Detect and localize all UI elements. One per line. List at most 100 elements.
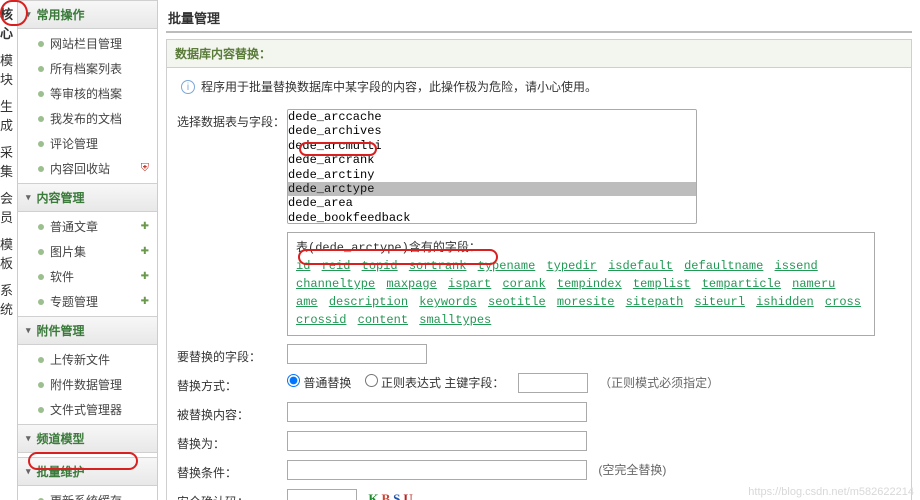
field-link[interactable]: description (329, 295, 408, 309)
field-link[interactable]: cross (825, 295, 861, 309)
label-select-table: 选择数据表与字段： (177, 109, 287, 130)
field-link[interactable]: ame (296, 295, 318, 309)
shield-icon: ⛨ (141, 162, 149, 175)
watermark-text: https://blog.csdn.net/m582622214 (748, 486, 914, 498)
field-link[interactable]: nameru (792, 277, 835, 291)
field-link[interactable]: smalltypes (419, 313, 491, 327)
sidebar-item[interactable]: 我发布的文档 (18, 106, 157, 131)
replace-from-input[interactable] (287, 402, 587, 422)
cond-hint: (空完全替换) (598, 463, 666, 477)
bullet-icon (38, 407, 44, 413)
sidebar-item[interactable]: 评论管理 (18, 131, 157, 156)
rail-item-system[interactable]: 系统 (0, 276, 17, 322)
group-header[interactable]: ▾附件管理 (18, 316, 157, 345)
field-link[interactable]: sortrank (409, 259, 467, 273)
chevron-down-icon: ▾ (26, 192, 31, 203)
field-link[interactable]: topid (362, 259, 398, 273)
sidebar-item[interactable]: 上传新文件 (18, 347, 157, 372)
label-safecode: 安全确认码： (177, 489, 287, 500)
bullet-icon (38, 382, 44, 388)
field-link[interactable]: corank (502, 277, 545, 291)
field-link[interactable]: ispart (448, 277, 491, 291)
bullet-icon (38, 274, 44, 280)
mode-normal-radio[interactable] (287, 374, 300, 387)
sidebar-item[interactable]: 等审核的档案 (18, 81, 157, 106)
field-link[interactable]: content (358, 313, 408, 327)
info-icon: i (181, 80, 195, 94)
field-link[interactable]: isdefault (608, 259, 673, 273)
rail-item-template[interactable]: 模板 (0, 230, 17, 276)
mode-regex-option[interactable]: 正则表达式 主键字段： (365, 376, 505, 390)
pk-field-input[interactable] (518, 373, 588, 393)
group-header[interactable]: ▾批量维护 (18, 457, 157, 486)
label-replace-from: 被替换内容： (177, 402, 287, 423)
group-header[interactable]: ▾常用操作 (18, 0, 157, 29)
rail-item-module[interactable]: 模块 (0, 46, 17, 92)
main-panel: 批量管理 数据库内容替换： i 程序用于批量替换数据库中某字段的内容，此操作极为… (158, 0, 920, 500)
replace-field-input[interactable] (287, 344, 427, 364)
field-link[interactable]: keywords (419, 295, 477, 309)
bullet-icon (38, 91, 44, 97)
field-link[interactable]: tempindex (557, 277, 622, 291)
sidebar-item[interactable]: 专题管理✚ (18, 289, 157, 314)
rail-item-member[interactable]: 会员 (0, 184, 17, 230)
label-replace-mode: 替换方式： (177, 373, 287, 394)
chevron-down-icon: ▾ (26, 433, 31, 444)
chevron-down-icon: ▾ (26, 325, 31, 336)
field-link[interactable]: issend (775, 259, 818, 273)
sidebar-item[interactable]: 网站栏目管理 (18, 31, 157, 56)
sidebar-item[interactable]: 软件✚ (18, 264, 157, 289)
rail-item-collect[interactable]: 采集 (0, 138, 17, 184)
plus-icon: ✚ (141, 221, 149, 232)
sidebar-item[interactable]: 普通文章✚ (18, 214, 157, 239)
bullet-icon (38, 166, 44, 172)
group-header[interactable]: ▾频道模型 (18, 424, 157, 453)
regex-hint: （正则模式必须指定） (599, 376, 719, 390)
mode-regex-radio[interactable] (365, 374, 378, 387)
field-link[interactable]: moresite (557, 295, 615, 309)
field-link[interactable]: typedir (546, 259, 596, 273)
sidebar-item[interactable]: 内容回收站⛨ (18, 156, 157, 181)
bullet-icon (38, 224, 44, 230)
plus-icon: ✚ (141, 296, 149, 307)
field-link[interactable]: reid (322, 259, 351, 273)
rail-item-core[interactable]: 核心 (0, 0, 17, 46)
warning-note: i 程序用于批量替换数据库中某字段的内容，此操作极为危险，请小心使用。 (167, 68, 911, 105)
bullet-icon (38, 249, 44, 255)
sidebar-item[interactable]: 图片集✚ (18, 239, 157, 264)
field-link[interactable]: defaultname (684, 259, 763, 273)
sidebar-item[interactable]: 附件数据管理 (18, 372, 157, 397)
label-replace-to: 替换为： (177, 431, 287, 452)
sidebar: ▾常用操作网站栏目管理所有档案列表等审核的档案我发布的文档评论管理内容回收站⛨▾… (18, 0, 158, 500)
plus-icon: ✚ (141, 246, 149, 257)
mode-normal-option[interactable]: 普通替换 (287, 376, 351, 390)
sidebar-item[interactable]: 更新系统缓存 (18, 488, 157, 500)
field-link[interactable]: sitepath (626, 295, 684, 309)
sidebar-item[interactable]: 所有档案列表 (18, 56, 157, 81)
safecode-input[interactable] (287, 489, 357, 500)
bullet-icon (38, 357, 44, 363)
field-link[interactable]: ishidden (756, 295, 814, 309)
bullet-icon (38, 141, 44, 147)
field-link[interactable]: siteurl (694, 295, 744, 309)
field-link[interactable]: templist (633, 277, 691, 291)
field-link[interactable]: crossid (296, 313, 346, 327)
field-link[interactable]: typename (478, 259, 536, 273)
field-link[interactable]: maxpage (386, 277, 436, 291)
field-link[interactable]: temparticle (702, 277, 781, 291)
field-link[interactable]: channeltype (296, 277, 375, 291)
captcha-image: KBSU (368, 491, 415, 500)
rail-item-generate[interactable]: 生成 (0, 92, 17, 138)
tables-select[interactable]: dede_arccachedede_archivesdede_arcmultid… (287, 109, 697, 224)
bullet-icon (38, 299, 44, 305)
group-header[interactable]: ▾内容管理 (18, 183, 157, 212)
bullet-icon (38, 66, 44, 72)
replace-cond-input[interactable] (287, 460, 587, 480)
page-title: 批量管理 (166, 4, 912, 33)
field-link[interactable]: seotitle (488, 295, 546, 309)
sidebar-item[interactable]: 文件式管理器 (18, 397, 157, 422)
chevron-down-icon: ▾ (26, 9, 31, 20)
chevron-down-icon: ▾ (26, 466, 31, 477)
replace-to-input[interactable] (287, 431, 587, 451)
field-link[interactable]: id (296, 259, 310, 273)
